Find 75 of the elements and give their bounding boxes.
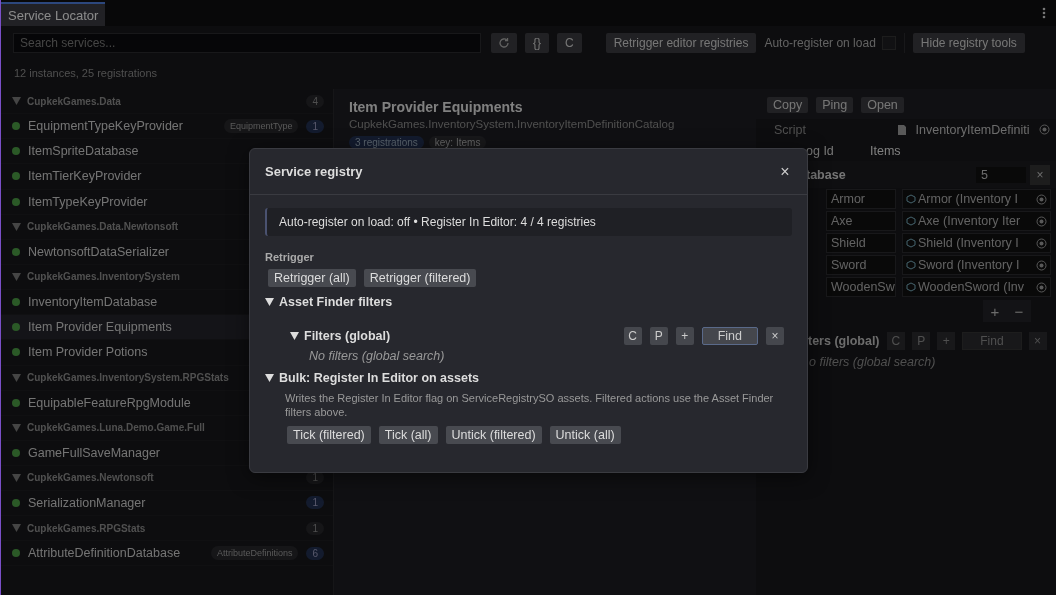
- filter-button[interactable]: C: [623, 327, 642, 345]
- remove-button[interactable]: ×: [1030, 164, 1050, 185]
- filter-button[interactable]: ×: [766, 327, 784, 345]
- expand-triangle-icon[interactable]: [12, 473, 21, 482]
- menu-icon[interactable]: [1042, 7, 1046, 19]
- group-name: CupkekGames.Newtonsoft: [27, 472, 154, 484]
- field-label: Script: [774, 122, 807, 137]
- group-name: CupkekGames.InventorySystem: [27, 271, 180, 283]
- refresh-icon: [498, 37, 510, 49]
- target-icon[interactable]: [1036, 193, 1047, 205]
- auto-register-label: Auto-register on load: [764, 36, 876, 50]
- retrigger-button[interactable]: Retrigger (all): [268, 269, 356, 287]
- expand-triangle-icon[interactable]: [12, 373, 21, 382]
- add-button[interactable]: +: [983, 300, 1007, 322]
- target-icon[interactable]: [1036, 259, 1047, 271]
- search-field[interactable]: Search services...: [13, 33, 481, 53]
- item-reference-field[interactable]: Armor (Inventory I: [902, 189, 1051, 209]
- group-name: CupkekGames.RPGStats: [27, 522, 146, 534]
- status-text: 12 instances, 25 registrations: [13, 66, 159, 81]
- group-name: CupkekGames.Luna.Demo.Game.Full: [27, 422, 205, 434]
- expand-triangle-icon[interactable]: [12, 423, 21, 432]
- info-text: Auto-register on load: off • Register In Editor: 4 / 4 registries: [279, 215, 596, 229]
- inspector-button[interactable]: Copy: [767, 97, 809, 113]
- bulk-action-button[interactable]: Untick (all): [549, 425, 621, 444]
- expand-triangle-icon[interactable]: [12, 524, 21, 533]
- bulk-action-button[interactable]: Tick (all): [378, 425, 438, 444]
- target-icon[interactable]: [1036, 215, 1047, 227]
- field-label: og Id: [806, 143, 835, 158]
- expand-triangle-icon[interactable]: [12, 272, 21, 281]
- remove-button[interactable]: −: [1007, 300, 1031, 322]
- service-item[interactable]: EquipmentTypeKeyProvider EquipmentType 1: [1, 114, 333, 140]
- size-field[interactable]: 5: [976, 166, 1026, 183]
- key-field[interactable]: Shield: [826, 233, 896, 253]
- service-item[interactable]: AttributeDefinitionDatabase AttributeDefinitions 6: [1, 541, 333, 567]
- group-count: 4: [306, 94, 324, 108]
- retrigger-button[interactable]: Retrigger (filtered): [363, 269, 477, 287]
- detail-subtitle: CupkekGames.InventorySystem.InventoryItemDefinitionCatalog: [349, 118, 676, 130]
- refresh-button[interactable]: [491, 33, 517, 53]
- item-reference-field[interactable]: Axe (Inventory Iter: [902, 211, 1051, 231]
- hide-tools-button[interactable]: Hide registry tools: [912, 33, 1025, 53]
- section-label: Retrigger: [265, 251, 315, 263]
- filter-button[interactable]: P: [649, 327, 668, 345]
- item-reference-field[interactable]: WoodenSword (Inv: [902, 277, 1051, 297]
- foldout-header[interactable]: Bulk: Register In Editor on assets: [265, 371, 792, 385]
- close-button[interactable]: ×: [778, 162, 792, 181]
- catalog-id-field[interactable]: Items: [870, 143, 1050, 158]
- detail-title: Item Provider Equipments: [349, 99, 524, 115]
- group-name: CupkekGames.InventorySystem.RPGStats: [27, 372, 229, 383]
- target-icon[interactable]: [1036, 281, 1047, 293]
- key-field[interactable]: Axe: [826, 211, 896, 231]
- key-field[interactable]: WoodenSw: [826, 277, 896, 297]
- expand-triangle-icon[interactable]: [12, 222, 21, 231]
- bulk-action-button[interactable]: Tick (filtered): [287, 425, 371, 444]
- group-name: CupkekGames.Data.Newtonsoft: [27, 221, 179, 233]
- retrigger-button[interactable]: Retrigger editor registries: [605, 33, 757, 53]
- filter-button[interactable]: Find: [701, 327, 758, 345]
- script-field[interactable]: InventoryItemDefiniti: [898, 122, 1050, 137]
- inspector-button[interactable]: Open: [861, 97, 904, 113]
- filter-button[interactable]: +: [675, 327, 694, 345]
- filter-button[interactable]: ×: [1028, 332, 1047, 350]
- tab[interactable]: Service Locator: [1, 2, 106, 26]
- expand-triangle-icon[interactable]: [12, 97, 21, 105]
- clear-button[interactable]: C: [557, 33, 582, 53]
- script-icon: [898, 124, 906, 135]
- filter-button[interactable]: +: [937, 332, 956, 350]
- target-icon[interactable]: [1039, 124, 1050, 135]
- service-item[interactable]: SerializationManager 1: [1, 490, 333, 517]
- key-field[interactable]: Sword: [826, 255, 896, 275]
- group-name: CupkekGames.Data: [27, 95, 121, 107]
- bulk-action-button[interactable]: Untick (filtered): [445, 425, 542, 444]
- filters-title: ters (global): [808, 334, 880, 348]
- inspector-button[interactable]: Ping: [816, 97, 854, 113]
- item-reference-field[interactable]: Sword (Inventory I: [902, 255, 1051, 275]
- code-button[interactable]: {}: [525, 33, 549, 53]
- key-field[interactable]: Armor: [826, 189, 896, 209]
